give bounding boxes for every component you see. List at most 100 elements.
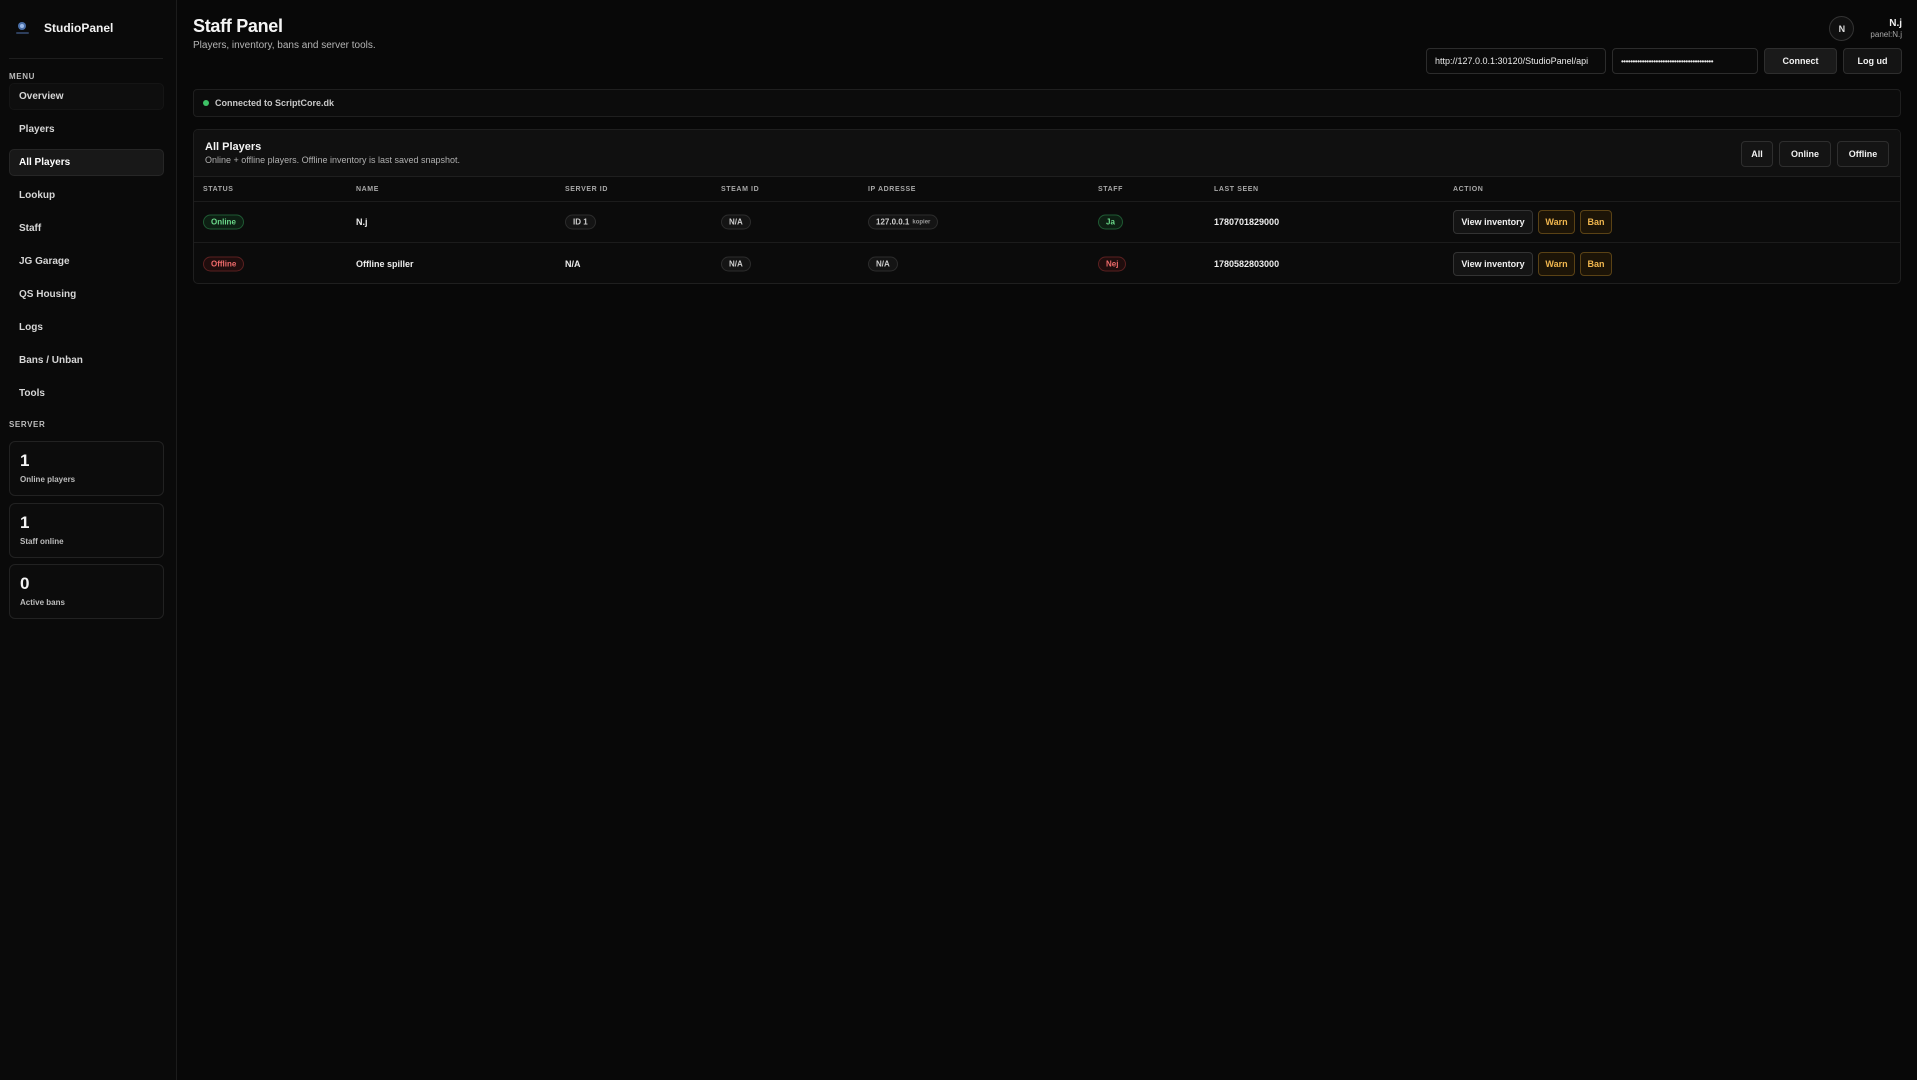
staff-badge: Ja: [1098, 214, 1123, 230]
server-id-badge: ID 1: [565, 214, 596, 230]
ban-button[interactable]: Ban: [1580, 210, 1612, 234]
table-row: Offline Offline spiller N/A N/A N/A Nej …: [194, 243, 1900, 283]
connection-bar: http://127.0.0.1:30120/StudioPanel/api •…: [1426, 48, 1902, 74]
user-name: N.j: [1889, 18, 1902, 29]
column-header: LAST SEEN: [1214, 186, 1259, 193]
api-key-input[interactable]: ••••••••••••••••••••••••••••••••••••••••: [1612, 48, 1758, 74]
column-header: SERVER ID: [565, 186, 609, 193]
sidebar-item-jg-garage[interactable]: JG Garage: [9, 248, 164, 275]
stat-card-active-bans: 0 Active bans: [9, 564, 164, 619]
brand[interactable]: StudioPanel: [13, 18, 113, 38]
stat-card-staff-online: 1 Staff online: [9, 503, 164, 558]
sidebar: StudioPanel MENU Overview Players All Pl…: [0, 0, 177, 1080]
connect-button[interactable]: Connect: [1764, 48, 1837, 74]
column-header: ACTION: [1453, 186, 1484, 193]
sidebar-item-label: All Players: [19, 157, 71, 168]
view-inventory-button[interactable]: View inventory: [1453, 210, 1533, 234]
warn-button[interactable]: Warn: [1538, 210, 1575, 234]
filter-online-button[interactable]: Online: [1779, 141, 1831, 167]
filter-offline-button[interactable]: Offline: [1837, 141, 1889, 167]
studio-logo-icon: [16, 22, 29, 34]
steam-id-cell: N/A: [721, 256, 751, 271]
stat-label: Online players: [20, 475, 76, 484]
server-id-cell: ID 1: [565, 214, 596, 230]
column-header: NAME: [356, 186, 380, 193]
column-header: STAFF: [1098, 186, 1124, 193]
staff-badge: Nej: [1098, 256, 1127, 271]
sidebar-item-overview[interactable]: Overview: [9, 83, 164, 110]
stat-label: Active bans: [20, 598, 65, 607]
ip-cell: 127.0.0.1 kopier: [868, 214, 939, 230]
sidebar-item-label: JG Garage: [19, 256, 70, 267]
steam-id-badge: N/A: [721, 214, 751, 230]
user-menu[interactable]: N N.j panel:N.j: [1829, 16, 1902, 41]
column-header: STEAM ID: [721, 186, 760, 193]
logout-button[interactable]: Log ud: [1843, 48, 1902, 74]
sidebar-item-all-players[interactable]: All Players: [9, 149, 164, 176]
page-title: Staff Panel: [193, 16, 283, 36]
ip-badge: N/A: [868, 256, 898, 271]
status-badge: Online: [203, 214, 244, 230]
stat-label: Staff online: [20, 537, 64, 546]
status-cell: Online: [203, 214, 244, 230]
sidebar-item-logs[interactable]: Logs: [9, 314, 164, 341]
table-row: Online N.j ID 1 N/A 127.0.0.1 kopier Ja …: [194, 202, 1900, 243]
panel-header: All Players Online + offline players. Of…: [194, 130, 1900, 177]
sidebar-item-players[interactable]: Players: [9, 116, 164, 143]
last-seen-cell: 1780582803000: [1214, 258, 1280, 269]
steam-id-badge: N/A: [721, 256, 751, 271]
server-section-label: SERVER: [9, 420, 46, 429]
staff-cell: Nej: [1098, 256, 1127, 271]
sidebar-item-label: Players: [19, 124, 55, 135]
connection-status: Connected to ScriptCore.dk: [193, 89, 1901, 117]
view-inventory-button[interactable]: View inventory: [1453, 251, 1533, 276]
ban-button[interactable]: Ban: [1580, 251, 1612, 276]
sidebar-item-label: Logs: [19, 322, 43, 333]
table-header: STATUS NAME SERVER ID STEAM ID IP ADRESS…: [194, 177, 1900, 202]
user-handle: panel:N.j: [1870, 30, 1902, 39]
name-cell: Offline spiller: [356, 258, 414, 269]
menu-section-label: MENU: [9, 72, 35, 81]
staff-cell: Ja: [1098, 214, 1123, 230]
sidebar-item-label: Bans / Unban: [19, 355, 83, 366]
sidebar-item-lookup[interactable]: Lookup: [9, 182, 164, 209]
brand-name: StudioPanel: [44, 21, 114, 35]
divider: [9, 58, 163, 59]
stat-card-online-players: 1 Online players: [9, 441, 164, 496]
steam-id-cell: N/A: [721, 214, 751, 230]
server-id-cell: N/A: [565, 258, 581, 269]
action-cell: View inventory Warn Ban: [1453, 210, 1617, 234]
last-seen-cell: 1780701829000: [1214, 217, 1280, 227]
sidebar-item-tools[interactable]: Tools: [9, 380, 164, 407]
api-url-input[interactable]: http://127.0.0.1:30120/StudioPanel/api: [1426, 48, 1606, 74]
sidebar-item-qs-housing[interactable]: QS Housing: [9, 281, 164, 308]
ip-cell: N/A: [868, 256, 898, 271]
panel-title: All Players: [205, 141, 262, 153]
panel-subtitle: Online + offline players. Offline invent…: [205, 155, 461, 165]
status-badge: Offline: [203, 256, 245, 271]
stat-value: 0: [20, 574, 30, 593]
sidebar-item-staff[interactable]: Staff: [9, 215, 164, 242]
status-text: Connected to ScriptCore.dk: [215, 98, 335, 108]
filter-group: All Online Offline: [1741, 141, 1889, 167]
sidebar-nav: Overview Players All Players Lookup Staf…: [9, 83, 164, 413]
copy-ip-link[interactable]: kopier: [912, 219, 930, 225]
status-dot-icon: [203, 100, 209, 106]
ip-badge: 127.0.0.1 kopier: [868, 214, 939, 230]
column-header: STATUS: [203, 186, 234, 193]
warn-button[interactable]: Warn: [1538, 251, 1575, 276]
ip-value: 127.0.0.1: [876, 217, 910, 227]
sidebar-item-label: Staff: [19, 223, 42, 234]
page-subtitle: Players, inventory, bans and server tool…: [193, 40, 376, 51]
sidebar-item-label: Lookup: [19, 190, 56, 201]
sidebar-item-label: QS Housing: [19, 289, 77, 300]
action-cell: View inventory Warn Ban: [1453, 251, 1617, 276]
filter-all-button[interactable]: All: [1741, 141, 1773, 167]
status-cell: Offline: [203, 256, 245, 271]
sidebar-item-label: Tools: [19, 388, 45, 399]
players-panel: All Players Online + offline players. Of…: [193, 129, 1901, 284]
column-header: IP ADRESSE: [868, 186, 917, 193]
sidebar-item-bans-unban[interactable]: Bans / Unban: [9, 347, 164, 374]
avatar[interactable]: N: [1829, 16, 1855, 41]
sidebar-item-label: Overview: [19, 91, 64, 102]
